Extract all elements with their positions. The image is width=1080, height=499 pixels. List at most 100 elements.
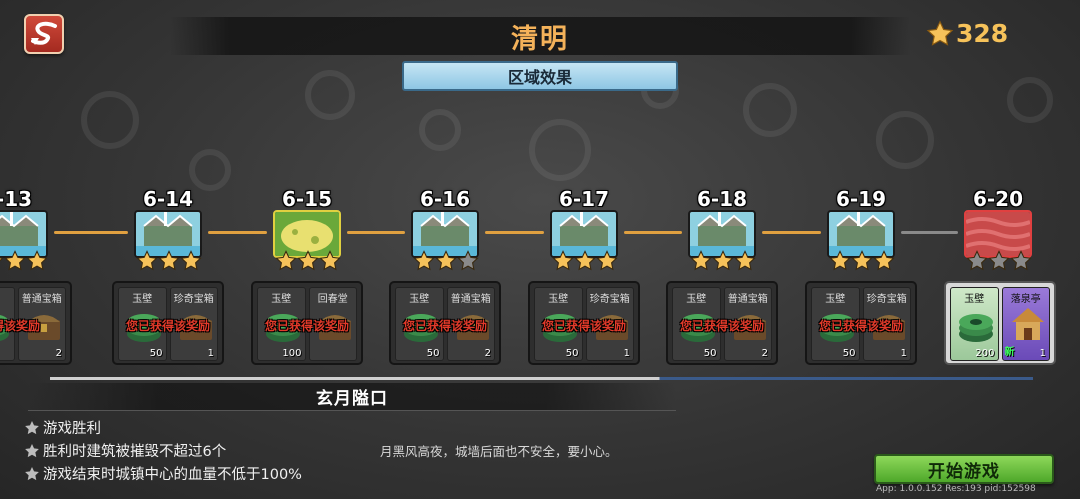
back-button[interactable] <box>24 14 64 54</box>
star-icon <box>180 250 202 271</box>
level-stars <box>136 250 202 272</box>
reward-slot: 珍奇宝箱 1 <box>169 287 218 361</box>
star-icon <box>966 250 988 271</box>
jade-icon <box>540 304 580 344</box>
zone-name: 玄月隘口 <box>316 389 388 409</box>
reward-slot: 珍奇宝箱 1 <box>862 287 911 361</box>
star-icon <box>158 250 180 271</box>
star-icon <box>297 250 319 271</box>
reward-name: 玉壁 <box>548 294 569 305</box>
jade-icon <box>817 304 857 344</box>
star-icon <box>435 250 457 271</box>
reward-count: 1 <box>623 348 630 359</box>
reward-name: 玉壁 <box>686 294 707 305</box>
reward-name: 普通宝箱 <box>727 294 768 305</box>
level-number: 6-18 <box>696 187 748 211</box>
level-number: 6-20 <box>972 187 1024 211</box>
level-number: 6-19 <box>835 187 887 211</box>
zone-effect-button[interactable]: 区域效果 <box>402 61 678 91</box>
version-text: App: 1.0.0.152 Res:193 pid:152598 <box>876 484 1036 494</box>
level-stars <box>966 250 1032 272</box>
star-icon <box>25 443 39 457</box>
reward-count: 1 <box>207 348 214 359</box>
zone-name-bar: 玄月隘口 <box>28 383 676 411</box>
jade-icon <box>0 304 12 344</box>
level-number: 6-14 <box>142 187 194 211</box>
progress-divider <box>50 377 1033 380</box>
reward-count: 50 <box>149 348 163 359</box>
jade-icon <box>956 304 996 344</box>
reward-name: 普通宝箱 <box>450 294 491 305</box>
reward-card[interactable]: 玉壁 50 珍奇宝箱 1 您已获得该奖励 <box>112 281 224 365</box>
star-icon <box>851 250 873 271</box>
reward-name: 珍奇宝箱 <box>589 294 630 305</box>
objective-text: 胜利时建筑被摧毁不超过6个 <box>43 444 227 460</box>
reward-name: 回春堂 <box>317 294 348 305</box>
reward-card[interactable]: 玉壁 50 普通宝箱 2 您已获得该奖励 <box>389 281 501 365</box>
reward-count: 2 <box>484 348 491 359</box>
star-icon <box>413 250 435 271</box>
level-connector <box>762 231 821 234</box>
building-icon <box>1008 304 1048 344</box>
star-icon <box>136 250 158 271</box>
chest-icon <box>24 304 64 344</box>
level-stars <box>690 250 756 272</box>
star-icon <box>574 250 596 271</box>
star-total: 328 <box>926 19 1008 48</box>
star-icon <box>712 250 734 271</box>
star-icon <box>988 250 1010 271</box>
reward-slot: 落泉亭新 1 <box>1001 287 1050 361</box>
reward-card[interactable]: 普通宝箱2得该奖励 <box>0 281 72 365</box>
star-icon <box>690 250 712 271</box>
reward-name: 普通宝箱 <box>21 294 62 305</box>
reward-slot: 普通宝箱 2 <box>723 287 772 361</box>
reward-count: 50 <box>565 348 579 359</box>
reward-card[interactable]: 玉壁 50 珍奇宝箱 1 您已获得该奖励 <box>805 281 917 365</box>
star-icon <box>596 250 618 271</box>
reward-count: 100 <box>282 348 302 359</box>
jade-icon <box>263 304 303 344</box>
level-number: 6-16 <box>419 187 471 211</box>
level-connector <box>901 231 958 234</box>
star-icon <box>552 250 574 271</box>
level-connector <box>624 231 682 234</box>
star-icon <box>26 250 48 271</box>
level-connector <box>485 231 544 234</box>
reward-slot: 玉壁 50 <box>118 287 167 361</box>
level-stars <box>829 250 895 272</box>
reward-name: 珍奇宝箱 <box>866 294 907 305</box>
reward-card[interactable]: 玉壁 100 回春堂 您已获得该奖励 <box>251 281 363 365</box>
reward-slot: 玉壁 50 <box>395 287 444 361</box>
reward-slot <box>0 287 15 361</box>
level-number: -13 <box>0 187 33 211</box>
level-number: 6-17 <box>558 187 610 211</box>
reward-card[interactable]: 玉壁 50 普通宝箱 2 您已获得该奖励 <box>666 281 778 365</box>
chest-icon <box>453 304 493 344</box>
reward-slot: 玉壁 50 <box>811 287 860 361</box>
star-icon <box>873 250 895 271</box>
reward-name: 玉壁 <box>271 294 292 305</box>
reward-count: 50 <box>426 348 440 359</box>
star-icon <box>457 250 479 271</box>
reward-slot: 珍奇宝箱 1 <box>585 287 634 361</box>
level-stars <box>413 250 479 272</box>
star-icon <box>319 250 341 271</box>
objective-text: 游戏结束时城镇中心的血量不低于100% <box>43 467 302 483</box>
zone-effect-label: 区域效果 <box>507 68 572 87</box>
back-arrow-icon <box>31 21 57 45</box>
star-total-value: 328 <box>956 19 1009 48</box>
reward-count: 2 <box>55 348 62 359</box>
star-icon <box>1010 250 1032 271</box>
reward-card[interactable]: 玉壁 200 落泉亭新 1 <box>944 281 1056 365</box>
start-game-button[interactable]: 开始游戏 <box>874 454 1054 484</box>
reward-slot: 普通宝箱 2 <box>17 287 66 361</box>
objective-item: 游戏结束时城镇中心的血量不低于100% <box>24 462 302 485</box>
level-number: 6-15 <box>281 187 333 211</box>
level-stars <box>552 250 618 272</box>
reward-name: 落泉亭 <box>1010 294 1041 305</box>
reward-card[interactable]: 玉壁 50 珍奇宝箱 1 您已获得该奖励 <box>528 281 640 365</box>
star-icon <box>734 250 756 271</box>
reward-name: 玉壁 <box>964 294 985 305</box>
reward-count: 50 <box>703 348 717 359</box>
level-stars <box>275 250 341 272</box>
